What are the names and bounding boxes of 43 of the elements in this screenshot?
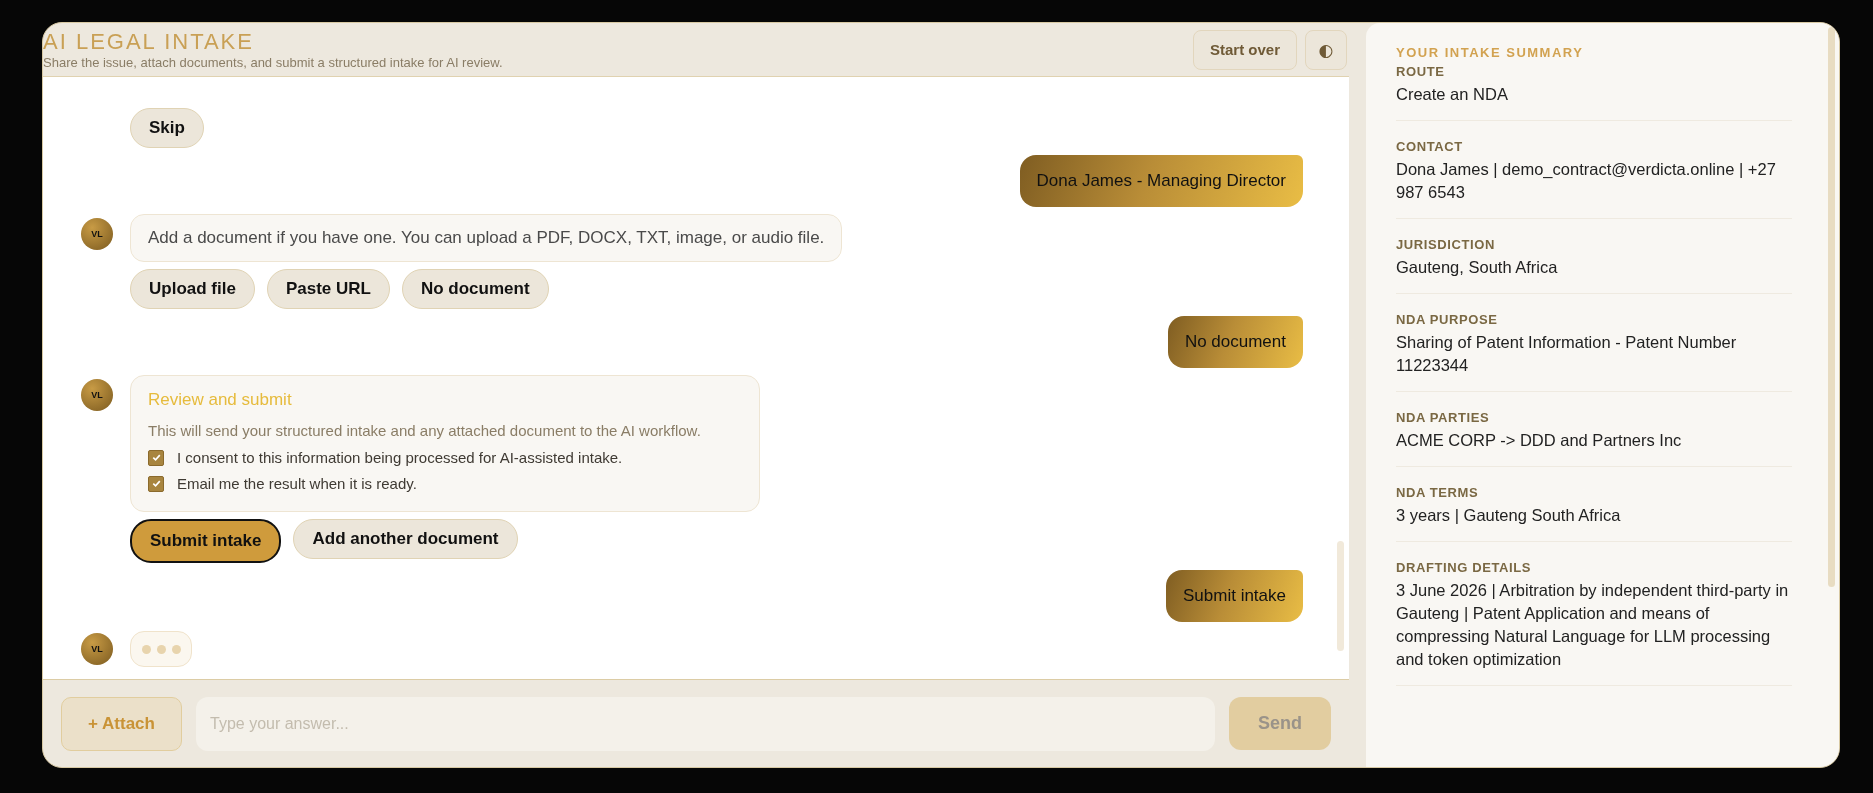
checkbox-label: I consent to this information being processed for AI-assisted intake. [177,449,623,466]
user-message: Submit intake [1166,570,1303,622]
option-button[interactable]: Upload file [130,269,255,309]
summary-value: Create an NDA [1396,84,1509,105]
checkbox[interactable] [148,475,164,492]
summary-value: Sharing of Patent Information - Patent Number 11223344 [1396,332,1738,376]
option-button[interactable]: Submit intake [130,519,282,563]
assistant-message: Add a document if you have one. You can upload a PDF, DOCX, TXT, image, or audio file. [130,214,843,262]
user-message: No document [1167,316,1303,368]
summary-value: 3 years | Gauteng South Africa [1396,505,1622,526]
option-button[interactable]: No document [401,269,549,309]
summary-label: NDA PARTIES [1396,410,1491,425]
checkbox[interactable] [148,449,164,466]
review-title: Review and submit [148,390,293,410]
summary-label: ROUTE [1396,64,1446,79]
avatar: VL [81,218,113,250]
summary-label: DRAFTING DETAILS [1396,560,1533,575]
review-description: This will send your structured intake and any attached document to the AI workflow. [148,422,702,439]
option-button[interactable]: Add another document [293,519,518,559]
check-icon [150,452,162,463]
avatar: VL [81,379,113,411]
summary-label: NDA PURPOSE [1396,312,1499,327]
option-button[interactable]: Paste URL [266,269,390,309]
summary-value: 3 June 2026 | Arbitration by independent third-party in Gauteng | Patent Application and means of compressing Natural Language for LLM processing and token optimization [1396,580,1790,670]
checkbox-label: Email me the result when it is ready. [177,475,417,492]
summary-value: ACME CORP -> DDD and Partners Inc [1396,430,1683,451]
app-title: AI LEGAL INTAKE [43,28,255,55]
check-icon [150,478,162,489]
option-button[interactable]: Skip [130,108,204,148]
summary-label: NDA TERMS [1396,485,1480,500]
scrollbar[interactable] [1828,27,1835,587]
app-subtitle: Share the issue, attach documents, and submit a structured intake for AI review. [43,54,504,71]
summary-value: Dona James | demo_contract@verdicta.online | +27 987 6543 [1396,159,1777,203]
user-message: Dona James - Managing Director [1019,155,1303,207]
answer-field[interactable]: Type your answer... [196,696,1215,751]
summary-label: CONTACT [1396,139,1464,154]
summary-label: JURISDICTION [1396,237,1496,252]
avatar: VL [81,633,113,665]
summary-title: YOUR INTAKE SUMMARY [1396,45,1585,60]
start-over-button[interactable]: Start over [1192,29,1297,70]
typing-indicator [130,631,192,667]
theme-toggle-button[interactable]: ◐ [1305,29,1347,70]
summary-value: Gauteng, South Africa [1396,257,1559,278]
